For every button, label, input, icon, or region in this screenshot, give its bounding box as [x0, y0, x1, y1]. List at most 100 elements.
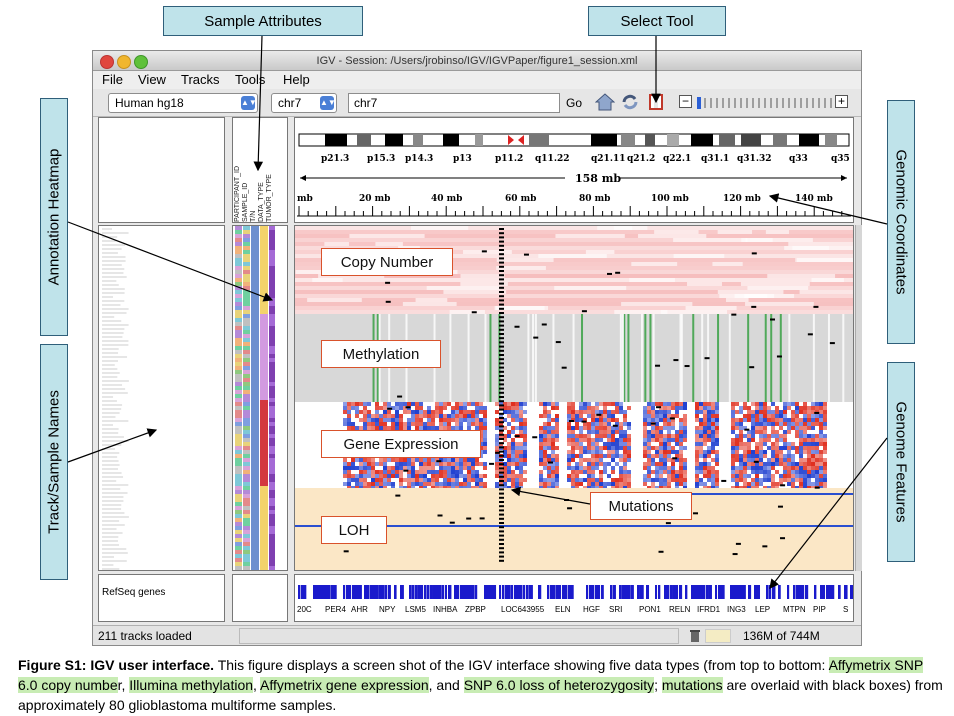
- ruler-tick-label: 60 mb: [505, 194, 537, 204]
- cytoband-label: p21.3: [321, 154, 350, 164]
- gene-label[interactable]: ZPBP: [465, 605, 486, 614]
- cytoband-label: p14.3: [405, 154, 434, 164]
- menu-file[interactable]: File: [102, 72, 123, 87]
- locus-input-value: chr7: [354, 96, 378, 110]
- cytoband-label: q33: [789, 154, 808, 164]
- zoom-in-button[interactable]: +: [835, 95, 848, 108]
- gene-label[interactable]: HGF: [583, 605, 600, 614]
- feature-name-panel[interactable]: RefSeq genes: [98, 574, 225, 622]
- track-sample-names-callout-label: Track/Sample Names: [45, 390, 63, 534]
- genome-features-callout: Genome Features: [887, 362, 915, 562]
- caption-highlight-mutations: mutations: [661, 677, 723, 693]
- status-bar: 211 tracks loaded 136M of 744M: [93, 625, 861, 645]
- gene-label[interactable]: ING3: [727, 605, 746, 614]
- memory-indicator: [705, 629, 731, 643]
- gene-label[interactable]: RELN: [669, 605, 690, 614]
- genome-dropdown[interactable]: Human hg18 ▲▼: [108, 93, 258, 113]
- toolbar: Human hg18 ▲▼ chr7 ▲▼ chr7 Go − +: [93, 89, 861, 117]
- cytoband-label: q31.32: [737, 154, 772, 164]
- track-sample-names-callout: Track/Sample Names: [40, 344, 68, 580]
- header-name-panel: [98, 117, 225, 223]
- annotation-heatmap-callout-label: Annotation Heatmap: [45, 148, 63, 286]
- status-message-area: [239, 628, 679, 644]
- span-label: 158 mb: [575, 172, 622, 185]
- chromosome-dropdown[interactable]: chr7 ▲▼: [271, 93, 337, 113]
- menu-help[interactable]: Help: [283, 72, 310, 87]
- gene-label[interactable]: PON1: [639, 605, 661, 614]
- attr-col-participant-id[interactable]: PARTICIPANT_ID: [234, 166, 241, 222]
- cytoband-label: q22.1: [663, 154, 692, 164]
- ruler-tick-label: 140 mb: [795, 194, 833, 204]
- menu-view[interactable]: View: [138, 72, 166, 87]
- menu-tools[interactable]: Tools: [235, 72, 265, 87]
- trash-icon[interactable]: [689, 629, 701, 646]
- cytoband-label: q31.1: [701, 154, 730, 164]
- data-scrollbar[interactable]: [855, 225, 862, 571]
- ruler-tick-label: 100 mb: [651, 194, 689, 204]
- feature-attribute-panel: [232, 574, 288, 622]
- gene-label[interactable]: MTPN: [783, 605, 806, 614]
- window-title: IGV - Session: /Users/jrobinso/IGV/IGVPa…: [316, 55, 638, 67]
- gene-label[interactable]: IFRD1: [697, 605, 720, 614]
- genome-features-callout-label: Genome Features: [892, 401, 910, 523]
- cytoband-label: p15.3: [367, 154, 396, 164]
- loh-label: LOH: [321, 516, 387, 544]
- caption-highlight-methylation: Illumina methylation: [129, 677, 254, 693]
- locus-input[interactable]: chr7: [348, 93, 560, 113]
- tracks-loaded-status: 211 tracks loaded: [98, 629, 192, 643]
- gene-label[interactable]: PIP: [813, 605, 826, 614]
- cytoband-label: p11.2: [495, 154, 524, 164]
- ruler-panel[interactable]: p21.3 p15.3 p14.3 p13 p11.2 q11.22 q21.11 q21.2…: [294, 117, 854, 223]
- igv-window: IGV - Session: /Users/jrobinso/IGV/IGVPa…: [92, 50, 862, 646]
- gene-label[interactable]: 20C: [297, 605, 312, 614]
- sample-attributes-callout-label: Sample Attributes: [204, 12, 322, 30]
- gene-label[interactable]: ELN: [555, 605, 571, 614]
- select-tool-callout: Select Tool: [588, 6, 726, 36]
- gene-label[interactable]: INHBA: [433, 605, 457, 614]
- genomic-coordinates-callout-label: Genomic Coordinates: [892, 149, 910, 295]
- zoom-out-button[interactable]: −: [679, 95, 692, 108]
- gene-label[interactable]: S: [843, 605, 848, 614]
- gene-label[interactable]: SRI: [609, 605, 622, 614]
- gene-label[interactable]: AHR: [351, 605, 368, 614]
- attr-col-data-type[interactable]: DATA_TYPE: [258, 182, 265, 222]
- menu-bar: File View Tracks Tools Help: [93, 71, 861, 89]
- cytoband-label: q35: [831, 154, 850, 164]
- title-bar[interactable]: IGV - Session: /Users/jrobinso/IGV/IGVPa…: [93, 51, 861, 71]
- gene-label[interactable]: LOC643955: [501, 605, 544, 614]
- dropdown-arrow-icon: ▲▼: [320, 96, 336, 110]
- gene-label[interactable]: NPY: [379, 605, 395, 614]
- sample-names-panel[interactable]: [98, 225, 225, 571]
- mutations-label: Mutations: [590, 492, 692, 520]
- gene-expression-label: Gene Expression: [321, 430, 481, 458]
- feature-track-panel[interactable]: 20C PER4 AHR NPY LSM5 INHBA ZPBP LOC643955 ELN HG…: [294, 574, 854, 622]
- home-icon[interactable]: [594, 93, 616, 116]
- annotation-heatmap-panel[interactable]: [232, 225, 288, 571]
- gene-label[interactable]: PER4: [325, 605, 346, 614]
- chromosome-dropdown-value: chr7: [278, 96, 302, 110]
- attr-col-tumor-type[interactable]: TUMOR_TYPE: [266, 174, 273, 222]
- attr-col-tn[interactable]: T/N: [250, 211, 257, 222]
- data-panel[interactable]: Copy Number Methylation Gene Expression …: [294, 225, 854, 571]
- ruler-tick-label: mb: [297, 194, 313, 204]
- gene-label[interactable]: LEP: [755, 605, 770, 614]
- zoom-slider[interactable]: [697, 96, 833, 109]
- cytoband-label: p13: [453, 154, 472, 164]
- caption-text-1: This figure displays a screen shot of th…: [214, 657, 829, 673]
- chromosome-ideogram[interactable]: [295, 132, 854, 152]
- caption-highlight-loh: SNP 6.0 loss of heterozygosity: [463, 677, 655, 693]
- caption-text-3: ,: [253, 677, 261, 693]
- cytoband-label: q11.22: [535, 154, 570, 164]
- attr-col-sample-id[interactable]: SAMPLE_ID: [242, 183, 249, 222]
- region-select-tool-icon[interactable]: [649, 94, 663, 110]
- go-button[interactable]: Go: [566, 96, 582, 110]
- refresh-icon[interactable]: [620, 93, 640, 116]
- menu-tracks[interactable]: Tracks: [181, 72, 220, 87]
- ruler-tick-label: 80 mb: [579, 194, 611, 204]
- copy-number-label: Copy Number: [321, 248, 453, 276]
- genomic-coordinates-callout: Genomic Coordinates: [887, 100, 915, 344]
- caption-text-2: r,: [117, 677, 130, 693]
- cytoband-label: q21.2: [627, 154, 656, 164]
- gene-label[interactable]: LSM5: [405, 605, 426, 614]
- annotation-heatmap-callout: Annotation Heatmap: [40, 98, 68, 336]
